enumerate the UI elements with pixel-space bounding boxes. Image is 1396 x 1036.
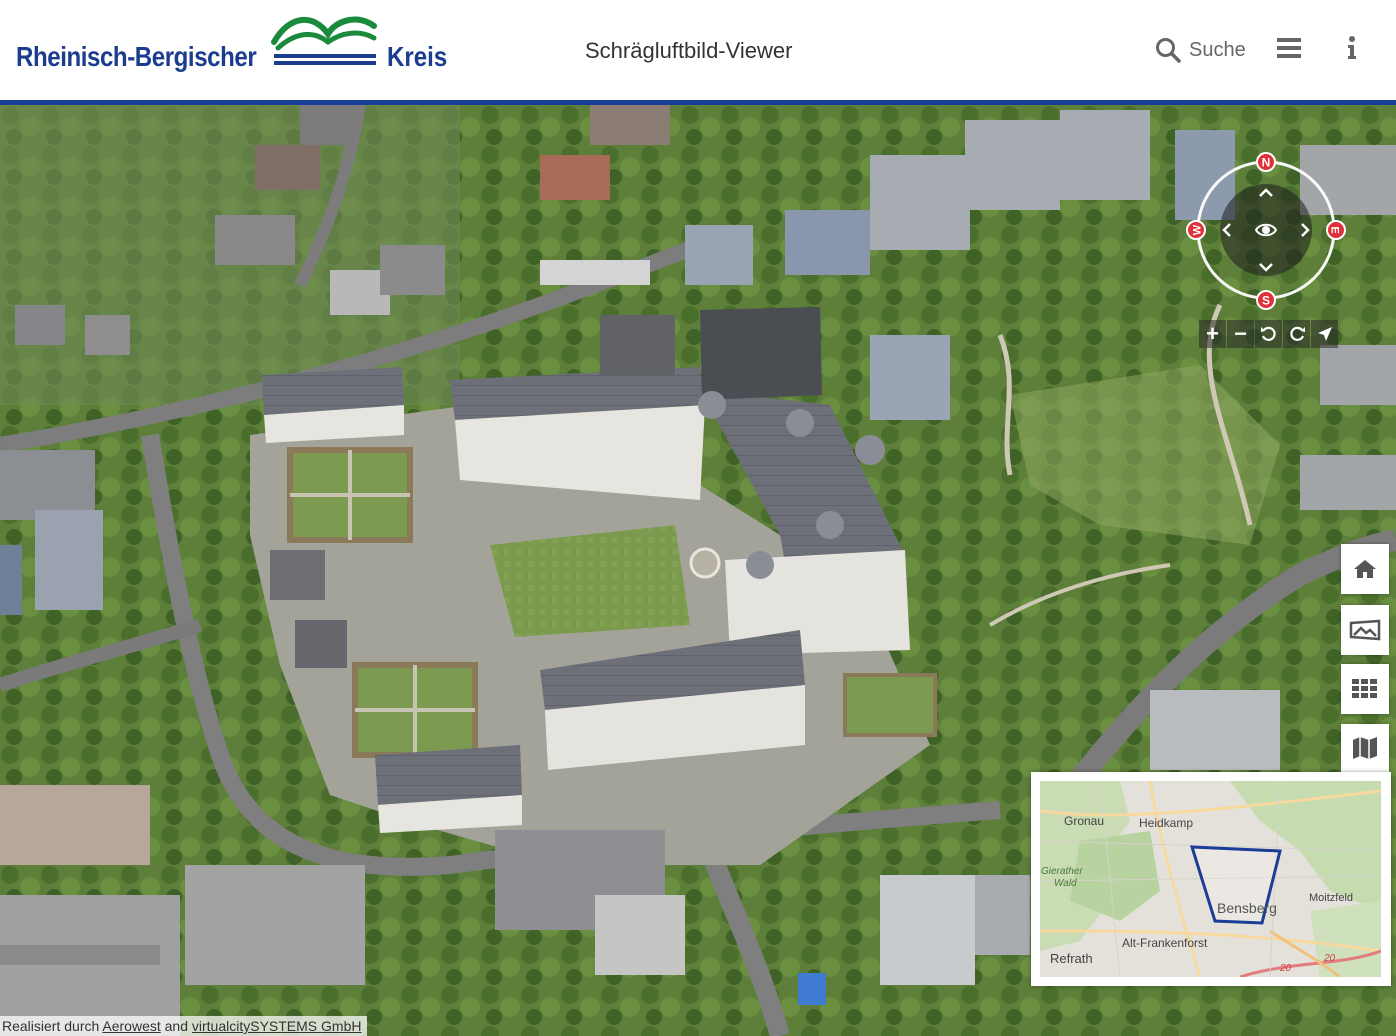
- eye-icon[interactable]: [1254, 220, 1278, 240]
- overview-label-bensberg: Bensberg: [1217, 900, 1277, 916]
- compass-north-label: N: [1262, 156, 1271, 170]
- logo-mark-icon: [271, 16, 377, 65]
- map-control-bar: + −: [1199, 320, 1339, 348]
- overview-label-gronau: Gronau: [1064, 814, 1105, 828]
- overview-label-road-20-b: 20: [1324, 953, 1336, 964]
- plus-icon: +: [1206, 321, 1219, 346]
- aerowest-link[interactable]: Aerowest: [102, 1018, 160, 1034]
- logo[interactable]: Rheinisch-Bergischer Kreis: [14, 12, 454, 92]
- image-icon: [1349, 619, 1381, 641]
- pan-right-icon[interactable]: [1298, 220, 1314, 240]
- overview-label-alt-frankenforst: Alt-Frankenforst: [1122, 936, 1208, 950]
- overview-label-heidkamp: Heidkamp: [1139, 816, 1194, 830]
- logo-text-left: Rheinisch-Bergischer: [16, 41, 257, 72]
- compass-north-marker[interactable]: N: [1256, 152, 1276, 172]
- virtualcity-link[interactable]: virtualcitySYSTEMS GmbH: [192, 1018, 362, 1034]
- pan-down-icon[interactable]: [1256, 260, 1276, 276]
- rotate-right-icon: [1289, 326, 1305, 341]
- attribution-prefix: Realisiert durch: [2, 1018, 103, 1034]
- compass-west-marker[interactable]: W: [1186, 220, 1206, 240]
- compass-south-marker[interactable]: S: [1256, 290, 1276, 310]
- map-icon: [1353, 737, 1377, 759]
- search-button[interactable]: Suche: [1155, 34, 1246, 66]
- pan-left-icon[interactable]: [1218, 220, 1234, 240]
- info-button[interactable]: [1340, 34, 1364, 62]
- locate-button[interactable]: [1311, 320, 1338, 348]
- compass-west-label: W: [1192, 224, 1204, 235]
- zoom-in-button[interactable]: +: [1199, 320, 1226, 348]
- attribution-mid: and: [160, 1018, 192, 1034]
- zoom-out-button[interactable]: −: [1227, 320, 1254, 348]
- overview-map-graphic: [1040, 781, 1381, 977]
- compass-east-label: E: [1329, 226, 1341, 233]
- pan-up-icon[interactable]: [1256, 184, 1276, 200]
- overview-label-refrath: Refrath: [1050, 951, 1093, 966]
- app-header: Rheinisch-Bergischer Kreis Schrägluftbil…: [0, 0, 1396, 100]
- map-view-button[interactable]: [1341, 724, 1389, 772]
- overview-label-gierather: Gierather: [1041, 866, 1083, 877]
- logo-text-right: Kreis: [387, 41, 448, 72]
- info-icon: [1348, 36, 1356, 59]
- home-icon: [1354, 560, 1376, 578]
- overview-label-moitzfeld: Moitzfeld: [1309, 892, 1354, 904]
- compass-south-label: S: [1262, 294, 1270, 308]
- rotate-left-button[interactable]: [1255, 320, 1282, 348]
- rotate-left-icon: [1260, 326, 1276, 341]
- image-view-button[interactable]: [1341, 605, 1389, 655]
- rotate-right-button[interactable]: [1283, 320, 1310, 348]
- search-label: Suche: [1189, 38, 1246, 61]
- compass-east-marker[interactable]: E: [1326, 220, 1346, 240]
- overview-label-wald: Wald: [1054, 878, 1077, 889]
- attribution: Realisiert durch Aerowest and virtualcit…: [0, 1016, 368, 1036]
- minus-icon: −: [1234, 321, 1247, 346]
- grid-view-button[interactable]: [1341, 664, 1389, 714]
- search-icon: [1156, 38, 1181, 63]
- grid-icon: [1352, 679, 1377, 698]
- location-arrow-icon: [1317, 327, 1332, 341]
- menu-button[interactable]: [1276, 36, 1302, 60]
- overview-map[interactable]: Gronau Heidkamp Gierather Wald Bensberg …: [1031, 772, 1391, 986]
- hamburger-icon: [1277, 38, 1301, 58]
- page-title: Schrägluftbild-Viewer: [585, 38, 793, 63]
- overview-map-canvas[interactable]: Gronau Heidkamp Gierather Wald Bensberg …: [1040, 781, 1381, 977]
- overview-label-road-20-a: 20: [1280, 963, 1292, 974]
- compass-navigation[interactable]: N S E W: [1186, 150, 1346, 310]
- home-button[interactable]: [1341, 544, 1389, 594]
